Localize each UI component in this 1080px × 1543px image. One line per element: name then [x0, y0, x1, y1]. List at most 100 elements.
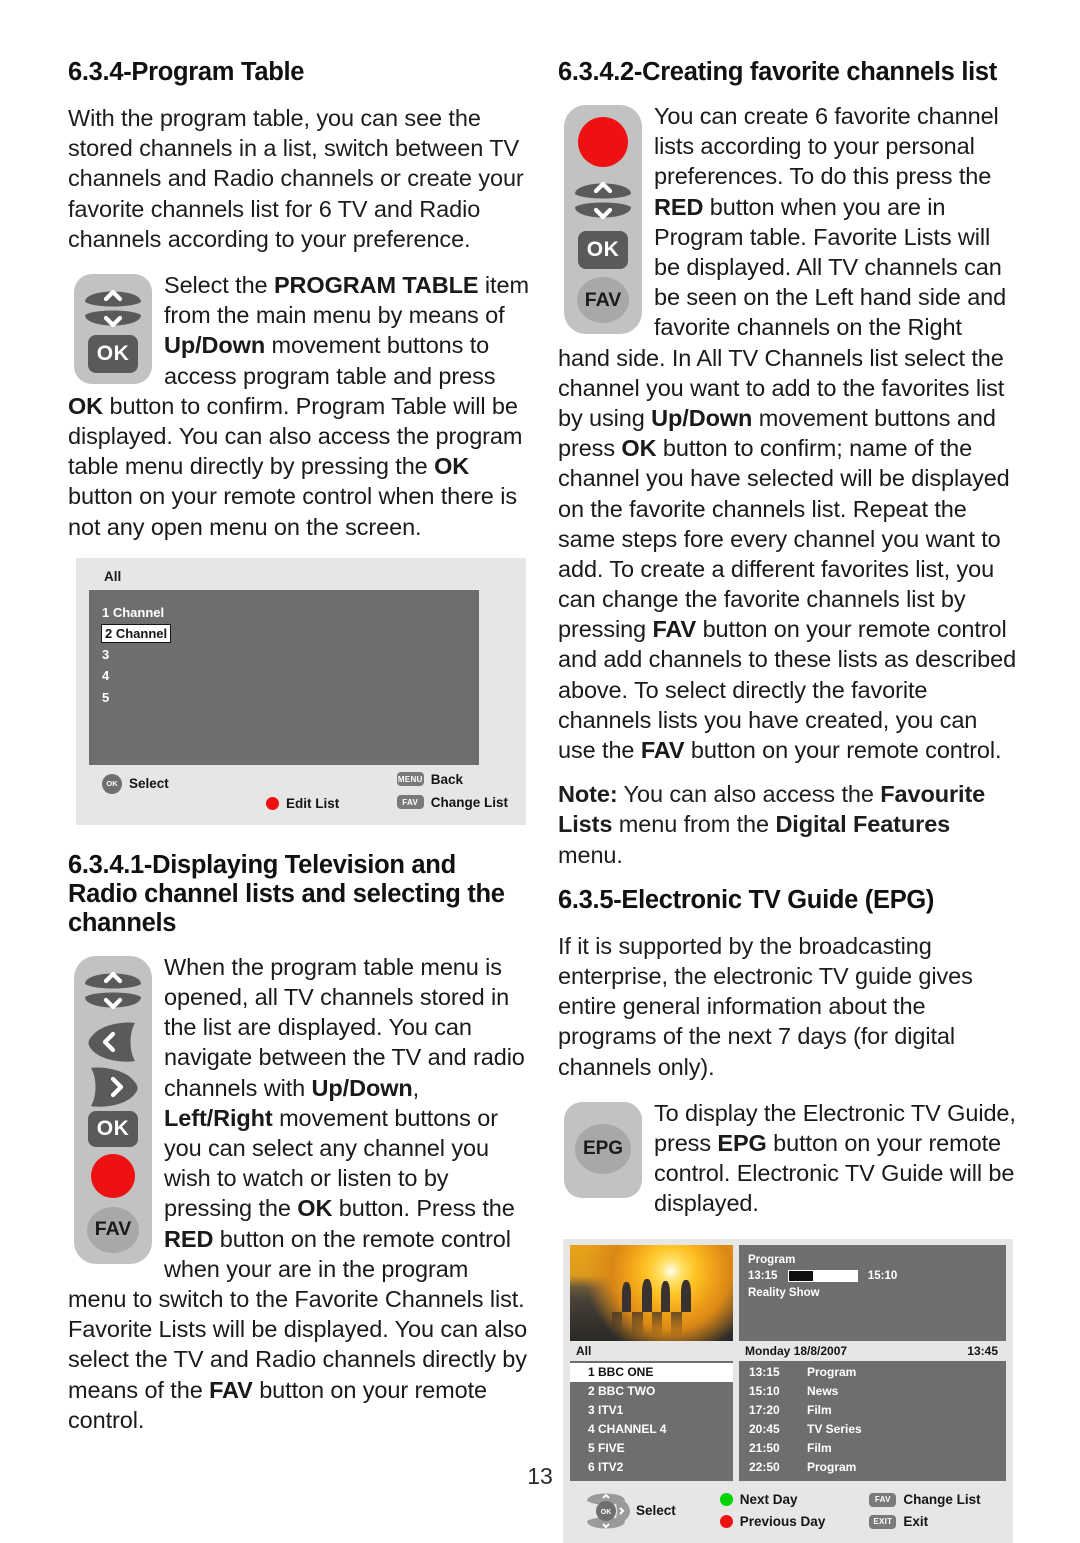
epg-program-name: News: [807, 1383, 839, 1398]
legend-select-label: Select: [129, 776, 169, 792]
paragraph-program-table-intro: With the program table, you can see the …: [68, 105, 524, 252]
epg-program-row[interactable]: 21:50 Film: [739, 1439, 1006, 1458]
heading-displaying-channel-lists: 6.3.4.1-Displaying Television and Radio …: [68, 850, 505, 937]
fav-badge-icon: FAV: [396, 795, 424, 810]
ok-key: OK: [88, 1110, 138, 1147]
epg-program-time: 15:10: [749, 1383, 780, 1398]
remote-illustration-block-1: OK Select the PROGRAM TABLE item from th…: [68, 270, 530, 542]
epg-legend-next-day-label: Next Day: [739, 1492, 798, 1508]
epg-legend-next-day: Next Day: [719, 1492, 826, 1508]
remote-key-cluster-3: OK FAV: [564, 105, 642, 335]
epg-program-row[interactable]: 13:15 Program: [739, 1363, 1006, 1382]
heading-program-table: 6.3.4-Program Table: [68, 58, 305, 86]
epg-clock: 13:45: [967, 1343, 998, 1358]
two-column-layout: 6.3.4-Program Table With the program tab…: [68, 58, 1020, 1543]
epg-program-name: Film: [807, 1440, 832, 1455]
epg-key: EPG: [575, 1123, 631, 1174]
epg-channel[interactable]: 2 BBC TWO: [570, 1382, 733, 1401]
epg-program-info: Program 13:15 15:10 Reality Show: [739, 1244, 1006, 1341]
epg-time-end: 15:10: [867, 1270, 898, 1283]
epg-legend-exit: EXIT Exit: [869, 1514, 980, 1529]
epg-legend-previous-day: Previous Day: [719, 1514, 825, 1529]
epg-program-name: Film: [807, 1402, 832, 1417]
green-button-icon: [719, 1493, 733, 1507]
epg-subheader: All Monday 18/8/2007 13:45: [570, 1341, 1006, 1361]
left-arrow-key: [83, 1021, 143, 1063]
menu-badge-icon: MENU: [396, 772, 424, 787]
down-arrow-key: [572, 201, 634, 226]
epg-info-title: Program: [748, 1253, 796, 1266]
exit-badge-icon: EXIT: [869, 1514, 897, 1529]
legend-change-list-label: Change List: [430, 794, 508, 810]
remote-illustration-block-3: OK FAV You can create 6 favorite channel…: [558, 101, 1020, 765]
epg-top-row: Program 13:15 15:10 Reality Show: [570, 1244, 1006, 1341]
osd-row[interactable]: 4: [102, 667, 109, 684]
up-arrow-key: [572, 175, 634, 200]
epg-legend-change-list: FAV Change List: [869, 1492, 981, 1507]
ok-key-label: OK: [586, 238, 620, 262]
epg-info-timeline: 13:15 15:10: [748, 1268, 997, 1285]
osd-row[interactable]: 1 Channel: [102, 604, 164, 621]
epg-info-genre: Reality Show: [748, 1286, 820, 1299]
legend-back: MENU Back: [396, 771, 508, 787]
fav-badge-icon: FAV: [869, 1492, 897, 1507]
epg-key-label: EPG: [582, 1137, 624, 1159]
epg-channel-selected[interactable]: 1 BBC ONE: [570, 1362, 733, 1382]
ok-key-label: OK: [96, 342, 130, 365]
epg-osd: Program 13:15 15:10 Reality Show All Mon…: [563, 1238, 1013, 1543]
epg-video-thumbnail: [570, 1244, 733, 1341]
note-favourite-lists: Note: You can also access the Favourite …: [558, 781, 986, 868]
epg-channel[interactable]: 4 CHANNEL 4: [570, 1420, 733, 1439]
epg-legend-exit-label: Exit: [903, 1514, 929, 1530]
red-button-icon: [266, 796, 279, 810]
svg-text:OK: OK: [601, 1509, 612, 1516]
ok-key: OK: [578, 231, 628, 270]
ok-badge-icon: OK: [102, 773, 122, 794]
remote-illustration-block-2: OK FAV When the program table menu is op…: [68, 952, 530, 1435]
epg-time-start: 13:15: [748, 1270, 778, 1283]
up-arrow-key: [82, 283, 144, 308]
manual-page: 6.3.4-Program Table With the program tab…: [0, 0, 1080, 1543]
epg-program-time: 21:50: [749, 1440, 780, 1455]
down-arrow-key: [82, 991, 144, 1016]
left-column: 6.3.4-Program Table With the program tab…: [68, 58, 530, 1435]
epg-date: Monday 18/8/2007: [745, 1343, 848, 1358]
epg-legend-action-col: FAV Change List EXIT Exit: [869, 1492, 981, 1529]
epg-program-name: TV Series: [807, 1421, 862, 1436]
epg-program-row[interactable]: 15:10 News: [739, 1382, 1006, 1401]
epg-channel[interactable]: 5 FIVE: [570, 1439, 733, 1458]
heading-epg: 6.3.5-Electronic TV Guide (EPG): [558, 885, 935, 914]
heading-creating-favorites: 6.3.4.2-Creating favorite channels list: [558, 58, 997, 86]
program-table-osd: All 1 Channel 2 Channel 3 4 5 OK Select: [76, 557, 526, 825]
red-key: [90, 1153, 136, 1199]
osd-row[interactable]: 3: [102, 646, 109, 663]
osd-row-selected[interactable]: 2 Channel: [100, 623, 172, 644]
legend-edit-list: Edit List: [266, 796, 339, 811]
epg-program-row[interactable]: 17:20 Film: [739, 1401, 1006, 1420]
osd-list-title: All: [104, 568, 122, 584]
down-arrow-key: [82, 309, 144, 334]
ok-key: OK: [88, 335, 138, 373]
red-button-icon: [719, 1515, 733, 1529]
epg-list-title: All: [576, 1343, 592, 1358]
up-arrow-key: [82, 965, 144, 990]
epg-legend-select-label: Select: [636, 1503, 676, 1519]
remote-illustration-block-4: EPG To display the Electronic TV Guide, …: [558, 1098, 1020, 1219]
legend-back-label: Back: [430, 771, 464, 787]
epg-progress-bar: [787, 1270, 858, 1283]
osd-legend-bar: OK Select Edit List MENU Back FAV Change…: [76, 765, 526, 825]
osd-row[interactable]: 5: [102, 689, 109, 706]
fav-key-label: FAV: [584, 288, 622, 311]
osd-rows: 1 Channel 2 Channel 3 4 5: [100, 602, 479, 708]
remote-key-cluster-1: OK: [74, 274, 152, 384]
paragraph-epg-intro: If it is supported by the broadcasting e…: [558, 932, 973, 1080]
epg-channel[interactable]: 3 ITV1: [570, 1401, 733, 1420]
legend-change-list: FAV Change List: [396, 794, 508, 810]
dpad-icon: OK: [580, 1489, 632, 1533]
epg-legend-select: Select: [636, 1503, 676, 1518]
page-number: 13: [527, 1463, 553, 1489]
right-column: 6.3.4.2-Creating favorite channels list …: [558, 58, 1020, 1543]
epg-program-row[interactable]: 20:45 TV Series: [739, 1420, 1006, 1439]
epg-program-name: Program: [807, 1364, 857, 1379]
remote-key-cluster-2: OK FAV: [74, 955, 152, 1264]
